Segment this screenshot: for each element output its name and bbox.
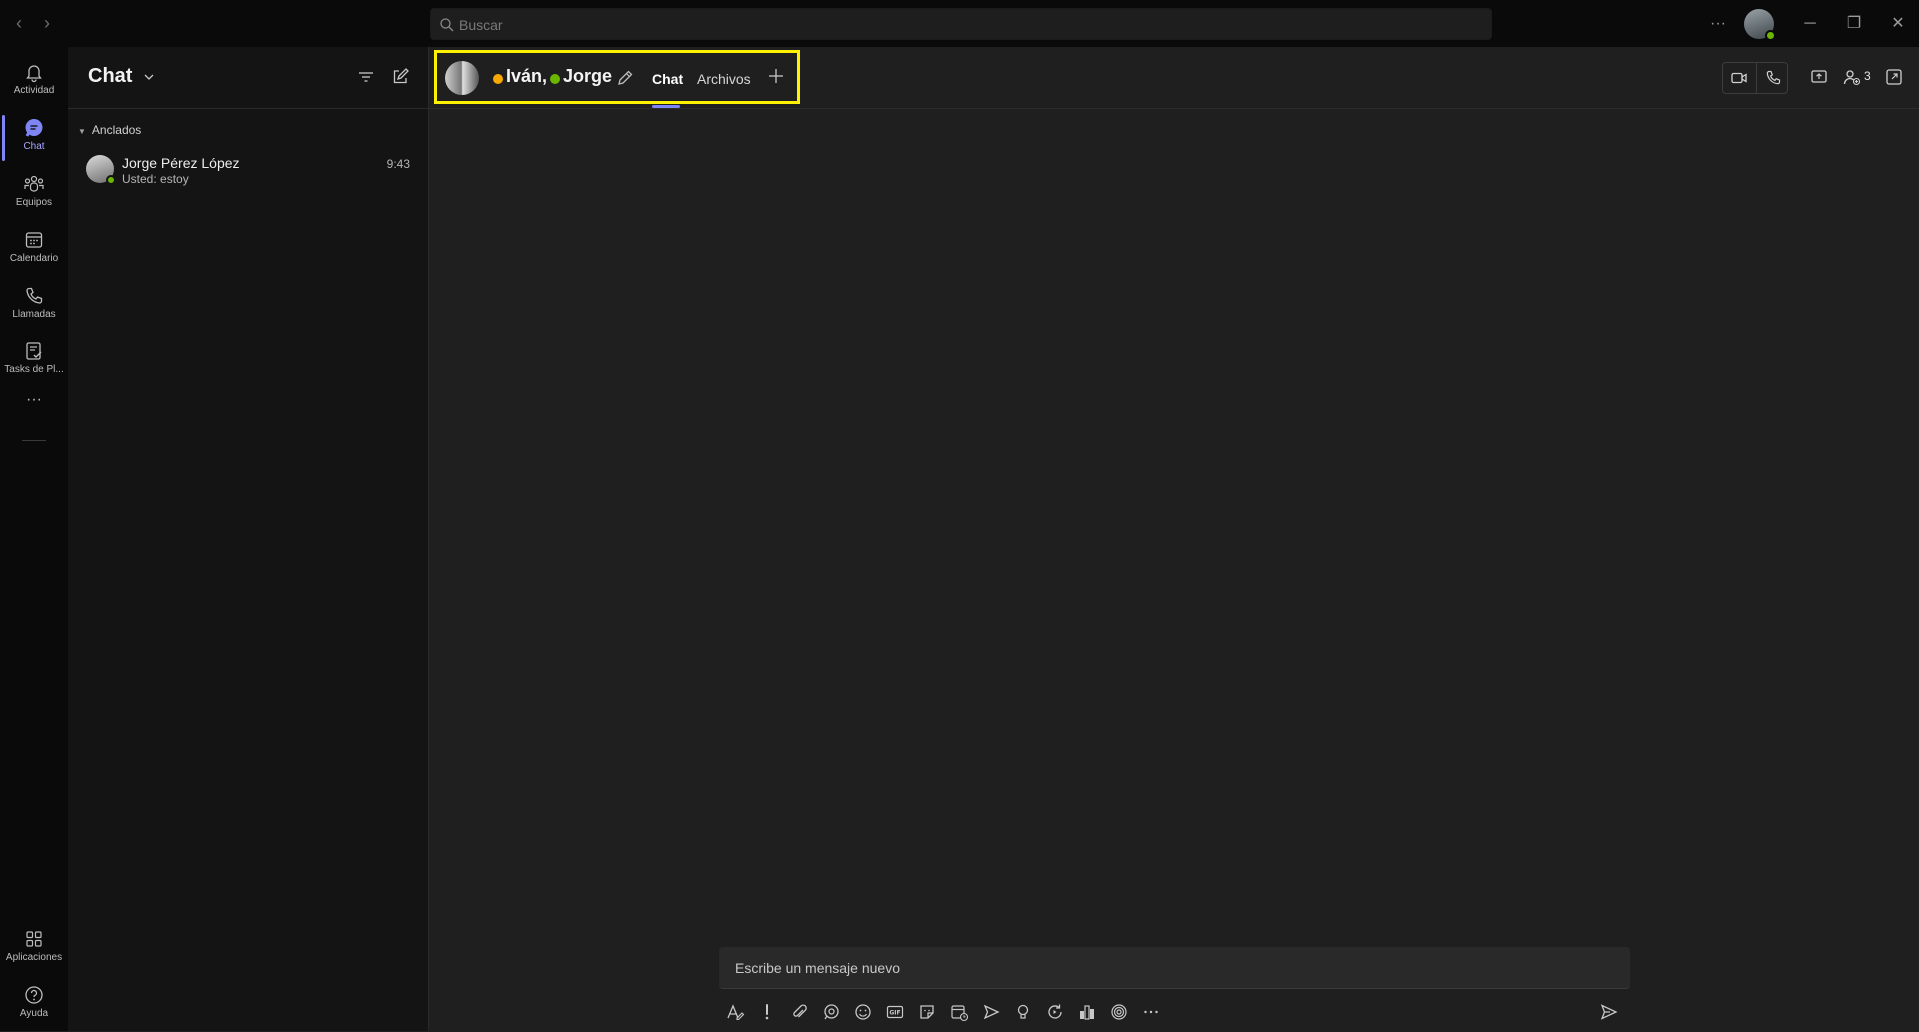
- chat-list-title[interactable]: Chat: [88, 65, 132, 88]
- stream-icon[interactable]: [981, 1002, 1001, 1022]
- avatar: [86, 155, 116, 185]
- rail-item-help[interactable]: Ayuda: [0, 978, 68, 1032]
- attach-icon[interactable]: [789, 1002, 809, 1022]
- list-item-time: 9:43: [386, 157, 410, 171]
- praise-icon[interactable]: [1013, 1002, 1033, 1022]
- add-tab-icon[interactable]: [767, 67, 785, 85]
- loop-refresh-icon[interactable]: [1045, 1002, 1065, 1022]
- loop-icon[interactable]: [821, 1002, 841, 1022]
- important-icon[interactable]: [757, 1002, 777, 1022]
- member-name-ivan[interactable]: Iván,: [506, 66, 547, 87]
- pinned-section-header[interactable]: ▼ Anclados: [78, 123, 141, 137]
- share-screen-icon[interactable]: [1809, 67, 1829, 87]
- tasks-icon: [23, 340, 45, 362]
- audio-call-icon[interactable]: [1756, 63, 1788, 93]
- search-input[interactable]: Buscar: [430, 8, 1492, 40]
- participants-icon[interactable]: [1842, 67, 1862, 87]
- gif-icon[interactable]: GIF: [885, 1002, 905, 1022]
- filter-icon[interactable]: [356, 67, 376, 87]
- settings-more-button[interactable]: ···: [1704, 10, 1732, 38]
- search-placeholder: Buscar: [459, 17, 503, 33]
- send-icon[interactable]: [1599, 1002, 1619, 1022]
- phone-icon: [23, 285, 45, 307]
- new-chat-icon[interactable]: [390, 67, 410, 87]
- participant-count: 3: [1864, 69, 1871, 83]
- forms-icon[interactable]: [1077, 1002, 1097, 1022]
- edit-pencil-icon[interactable]: [616, 69, 634, 87]
- available-presence-icon: [106, 175, 116, 185]
- rail-item-apps[interactable]: Aplicaciones: [0, 922, 68, 976]
- help-icon: [23, 984, 45, 1006]
- calendar-icon: [23, 229, 45, 251]
- apps-icon: [23, 928, 45, 950]
- app-rail: Actividad Chat Equipos Calendario Llamad…: [0, 47, 68, 1031]
- profile-avatar[interactable]: [1744, 9, 1776, 41]
- rail-item-calendar[interactable]: Calendario: [0, 223, 68, 277]
- format-icon[interactable]: [725, 1002, 745, 1022]
- conversation-header: Iván, Jorge Chat Archivos 3: [429, 47, 1919, 109]
- rail-item-calls[interactable]: Llamadas: [0, 279, 68, 333]
- active-tab-indicator: [652, 105, 680, 108]
- search-icon: [439, 17, 455, 33]
- away-presence-icon: [493, 74, 503, 84]
- teams-icon: [23, 173, 45, 195]
- composer-toolbar: GIF: [719, 997, 1630, 1027]
- member-name-jorge[interactable]: Jorge: [563, 66, 612, 87]
- group-avatar[interactable]: [445, 61, 479, 95]
- pop-out-icon[interactable]: [1884, 67, 1904, 87]
- restore-icon[interactable]: ❐: [1840, 10, 1868, 38]
- forward-arrow-icon[interactable]: ›: [36, 12, 58, 34]
- tab-chat[interactable]: Chat: [652, 71, 683, 87]
- rail-divider: [22, 440, 46, 441]
- video-call-icon[interactable]: [1723, 63, 1755, 93]
- chat-list-pane: Chat ▼ Anclados Jorge Pérez López Usted: …: [68, 47, 428, 1031]
- svg-text:GIF: GIF: [889, 1010, 900, 1017]
- more-options-icon[interactable]: [1141, 1002, 1161, 1022]
- available-presence-icon: [1765, 30, 1776, 41]
- emoji-icon[interactable]: [853, 1002, 873, 1022]
- available-presence-icon: [550, 74, 560, 84]
- minimize-icon[interactable]: ─: [1796, 10, 1824, 38]
- chat-list-header: Chat: [68, 47, 428, 109]
- sticker-icon[interactable]: [917, 1002, 937, 1022]
- title-bar: ‹ › Buscar ··· ─ ❐ ✕: [0, 0, 1919, 47]
- message-placeholder: Escribe un mensaje nuevo: [735, 960, 900, 976]
- viva-icon[interactable]: [1109, 1002, 1129, 1022]
- rail-item-tasks[interactable]: Tasks de Pl...: [0, 334, 68, 388]
- rail-item-teams[interactable]: Equipos: [0, 167, 68, 221]
- back-arrow-icon[interactable]: ‹: [8, 12, 30, 34]
- list-item[interactable]: Jorge Pérez López Usted: estoy 9:43: [68, 147, 428, 187]
- message-input[interactable]: Escribe un mensaje nuevo: [719, 947, 1630, 989]
- chat-icon: [23, 117, 45, 139]
- caret-down-icon: ▼: [78, 127, 86, 136]
- bell-icon: [23, 61, 45, 83]
- call-buttons: [1722, 62, 1788, 94]
- rail-item-activity[interactable]: Actividad: [0, 55, 68, 109]
- tab-files[interactable]: Archivos: [697, 71, 751, 87]
- list-item-name: Jorge Pérez López: [122, 155, 240, 171]
- schedule-meeting-icon[interactable]: [949, 1002, 969, 1022]
- list-item-preview: Usted: estoy: [122, 172, 189, 186]
- conversation-pane: Iván, Jorge Chat Archivos 3 Escribe un m…: [428, 47, 1919, 1031]
- rail-more-button[interactable]: ···: [0, 387, 68, 417]
- rail-item-chat[interactable]: Chat: [0, 111, 68, 165]
- close-icon[interactable]: ✕: [1884, 10, 1912, 38]
- chevron-down-icon[interactable]: [142, 70, 156, 84]
